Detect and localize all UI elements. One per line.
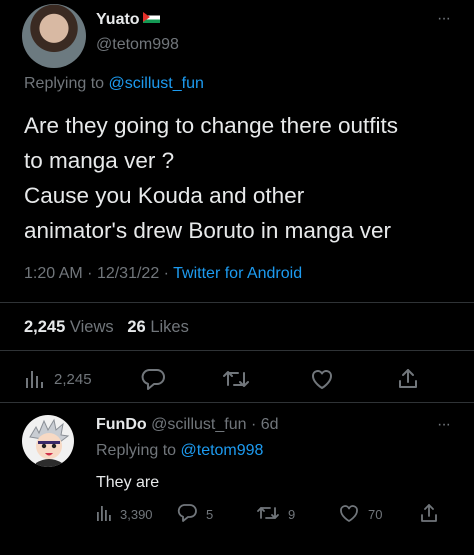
replying-prefix: Replying to — [96, 442, 177, 459]
reply-reply-count: 5 — [206, 506, 214, 522]
retweet-icon — [222, 367, 250, 391]
reply-share-button[interactable] — [419, 502, 439, 526]
replying-prefix: Replying to — [24, 75, 105, 92]
palestine-flag-icon — [142, 12, 160, 23]
divider — [0, 350, 474, 351]
reply-analytics-count: 3,390 — [120, 506, 153, 522]
tweet-line: to manga ver ? — [24, 148, 175, 173]
analytics-button[interactable]: 2,245 — [24, 364, 92, 394]
author-name[interactable]: Yuato — [96, 11, 140, 28]
reply-age[interactable]: 6d — [261, 416, 279, 433]
replying-to: Replying to @scillust_fun — [24, 75, 204, 93]
divider — [0, 302, 474, 303]
like-icon — [338, 503, 360, 526]
author-avatar[interactable] — [22, 4, 86, 68]
like-icon — [309, 367, 335, 391]
reply-button[interactable] — [140, 364, 166, 394]
reply-icon — [140, 367, 166, 391]
tweet-action-bar: 2,245 — [0, 364, 474, 394]
reply-analytics-button[interactable]: 3,390 — [96, 502, 153, 526]
analytics-icon — [24, 368, 44, 390]
reply-author-row: FunDo @scillust_fun · 6d — [96, 416, 279, 434]
tweet-time[interactable]: 1:20 AM — [24, 265, 83, 282]
more-icon[interactable]: ··· — [437, 10, 451, 28]
divider — [0, 402, 474, 403]
reply-author-avatar[interactable] — [22, 415, 74, 467]
reply-retweet-count: 9 — [288, 506, 296, 522]
views-label: Views — [69, 318, 114, 336]
author-handle[interactable]: @tetom998 — [96, 36, 179, 54]
likes-count[interactable]: 26 — [127, 318, 145, 336]
tweet-date[interactable]: 12/31/22 — [97, 265, 159, 282]
reply-action-bar: 3,390 5 9 70 — [0, 502, 474, 526]
tweet-line: Are they going to change there outfits — [24, 113, 398, 138]
analytics-count: 2,245 — [54, 370, 92, 388]
reply-icon — [176, 503, 198, 526]
tweet-line: animator's drew Boruto in manga ver — [24, 218, 391, 243]
share-button[interactable] — [396, 364, 420, 394]
tweet-meta: 1:20 AM · 12/31/22 · Twitter for Android — [24, 265, 302, 283]
tweet-line: Cause you Kouda and other — [24, 183, 305, 208]
meta-separator: · — [163, 265, 169, 282]
reply-like-count: 70 — [368, 506, 383, 522]
author-name-row[interactable]: Yuato — [96, 11, 160, 29]
tweet-stats: 2,245 Views 26 Likes — [24, 318, 189, 337]
retweet-button[interactable] — [222, 364, 250, 394]
share-icon — [396, 367, 420, 391]
more-icon[interactable]: ··· — [437, 416, 451, 434]
replying-to-mention[interactable]: @scillust_fun — [109, 75, 204, 92]
likes-label[interactable]: Likes — [150, 318, 189, 336]
reply-reply-button[interactable]: 5 — [176, 502, 213, 526]
analytics-icon — [96, 504, 112, 525]
reply-retweet-button[interactable]: 9 — [256, 502, 295, 526]
reply-author-handle[interactable]: @scillust_fun — [151, 416, 246, 433]
like-button[interactable] — [309, 364, 335, 394]
retweet-icon — [256, 503, 280, 526]
reply-replying-to: Replying to @tetom998 — [96, 442, 263, 460]
views-count: 2,245 — [24, 318, 66, 336]
share-icon — [419, 503, 439, 526]
reply-text: They are — [96, 474, 160, 491]
tweet-text: Are they going to change there outfits t… — [24, 108, 464, 248]
tweet-source[interactable]: Twitter for Android — [173, 265, 302, 282]
meta-separator: · — [87, 265, 93, 282]
replying-to-mention[interactable]: @tetom998 — [181, 442, 264, 459]
reply-author-name[interactable]: FunDo — [96, 416, 147, 433]
meta-separator: · — [246, 416, 261, 433]
reply-like-button[interactable]: 70 — [338, 502, 382, 526]
